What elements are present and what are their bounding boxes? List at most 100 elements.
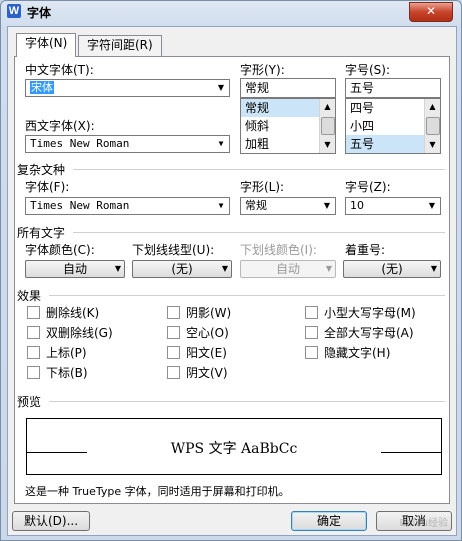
- shadow-checkbox[interactable]: 阴影(W): [167, 305, 231, 321]
- complex-script-section: 复杂文种: [17, 163, 66, 177]
- checkbox-box[interactable]: [27, 306, 40, 319]
- title-bar[interactable]: W 字体 ✕: [1, 1, 461, 23]
- font-size-label: 字号(S):: [345, 63, 391, 77]
- shadow-label: 阴影(W): [186, 306, 232, 320]
- western-font-combo[interactable]: Times New Roman ▼: [25, 135, 230, 153]
- checkbox-box[interactable]: [27, 326, 40, 339]
- small-caps-checkbox[interactable]: 小型大写字母(M): [305, 305, 416, 321]
- complex-font-combo[interactable]: Times New Roman ▼: [25, 197, 230, 215]
- emboss-checkbox[interactable]: 阳文(E): [167, 345, 227, 361]
- complex-style-label: 字形(L):: [240, 180, 285, 194]
- scrollbar[interactable]: ▲ ▼: [424, 99, 440, 153]
- checkbox-box[interactable]: [167, 326, 180, 339]
- scroll-up-icon[interactable]: ▲: [320, 99, 335, 115]
- superscript-checkbox[interactable]: 上标(P): [27, 345, 87, 361]
- checkbox-box[interactable]: [305, 306, 318, 319]
- subscript-checkbox[interactable]: 下标(B): [27, 365, 88, 381]
- complex-size-combo[interactable]: 10 ▼: [345, 197, 441, 215]
- underline-style-dropdown[interactable]: (无) ▼: [132, 260, 232, 278]
- font-style-list[interactable]: 常规 倾斜 加粗 ▲ ▼: [240, 98, 336, 154]
- chevron-down-icon: ▼: [221, 264, 228, 273]
- emboss-label: 阳文(E): [186, 346, 227, 360]
- underline-style-label: 下划线线型(U):: [132, 243, 215, 257]
- default-button[interactable]: 默认(D)...: [12, 511, 90, 531]
- scrollbar[interactable]: ▲ ▼: [319, 99, 335, 153]
- divider: [73, 169, 445, 170]
- preview-section: 预览: [17, 395, 42, 409]
- preview-sample-text: WPS 文字 AaBbCc: [170, 441, 298, 457]
- font-dialog: W 字体 ✕ 字体(N) 字符间距(R) 中文字体(T): 字形(Y): 字号(…: [0, 0, 462, 541]
- scroll-thumb[interactable]: [426, 117, 440, 135]
- strikethrough-label: 删除线(K): [46, 306, 100, 320]
- checkbox-box[interactable]: [167, 346, 180, 359]
- complex-style-combo[interactable]: 常规 ▼: [240, 197, 336, 215]
- checkbox-box[interactable]: [27, 346, 40, 359]
- all-caps-checkbox[interactable]: 全部大写字母(A): [305, 325, 414, 341]
- underline-color-value: 自动: [275, 262, 300, 276]
- all-text-section: 所有文字: [17, 226, 66, 240]
- western-font-value: Times New Roman: [30, 137, 130, 150]
- font-style-input[interactable]: 常规: [240, 78, 336, 98]
- superscript-label: 上标(P): [46, 346, 87, 360]
- font-size-input[interactable]: 五号: [345, 78, 441, 98]
- engrave-checkbox[interactable]: 阴文(V): [167, 365, 228, 381]
- underline-color-dropdown: 自动 ▼: [240, 260, 336, 278]
- hidden-text-checkbox[interactable]: 隐藏文字(H): [305, 345, 390, 361]
- chinese-font-value: 宋体: [30, 81, 54, 94]
- checkbox-box[interactable]: [27, 366, 40, 379]
- strikethrough-checkbox[interactable]: 删除线(K): [27, 305, 99, 321]
- font-style-label: 字形(Y):: [240, 63, 285, 77]
- divider: [49, 295, 445, 296]
- ok-button[interactable]: 确定: [291, 511, 367, 531]
- outline-checkbox[interactable]: 空心(O): [167, 325, 229, 341]
- preview-note: 这是一种 TrueType 字体，同时适用于屏幕和打印机。: [25, 485, 290, 498]
- double-strikethrough-label: 双删除线(G): [46, 326, 113, 340]
- chevron-down-icon: ▼: [325, 264, 332, 273]
- all-caps-label: 全部大写字母(A): [324, 326, 414, 340]
- chevron-down-icon: ▼: [323, 201, 331, 210]
- chinese-font-label: 中文字体(T):: [25, 63, 94, 77]
- chevron-down-icon: ▼: [430, 264, 437, 273]
- baseline-right: [381, 452, 441, 453]
- chevron-down-icon: ▼: [217, 83, 225, 92]
- chevron-down-icon: ▼: [428, 201, 436, 210]
- underline-style-value: (无): [171, 262, 193, 276]
- outline-label: 空心(O): [186, 326, 229, 340]
- effects-section: 效果: [17, 289, 42, 303]
- complex-size-value: 10: [350, 199, 364, 212]
- close-button[interactable]: ✕: [409, 2, 453, 22]
- tab-font[interactable]: 字体(N): [16, 33, 77, 57]
- emphasis-mark-label: 着重号:: [345, 243, 386, 257]
- dialog-title: 字体: [27, 6, 52, 20]
- checkbox-box[interactable]: [305, 346, 318, 359]
- divider: [49, 401, 445, 402]
- scroll-up-icon[interactable]: ▲: [425, 99, 440, 115]
- double-strikethrough-checkbox[interactable]: 双删除线(G): [27, 325, 113, 341]
- tab-character-spacing[interactable]: 字符间距(R): [78, 35, 162, 56]
- scroll-down-icon[interactable]: ▼: [320, 137, 335, 153]
- chevron-down-icon: ▼: [218, 201, 224, 210]
- complex-font-label: 字体(F):: [25, 180, 70, 194]
- checkbox-box[interactable]: [305, 326, 318, 339]
- font-color-label: 字体颜色(C):: [25, 243, 95, 257]
- chevron-down-icon: ▼: [114, 264, 121, 273]
- font-size-list[interactable]: 四号 小四 五号 ▲ ▼: [345, 98, 441, 154]
- font-color-dropdown[interactable]: 自动 ▼: [25, 260, 125, 278]
- western-font-label: 西文字体(X):: [25, 119, 95, 133]
- complex-size-label: 字号(Z):: [345, 180, 391, 194]
- small-caps-label: 小型大写字母(M): [324, 306, 416, 320]
- hidden-text-label: 隐藏文字(H): [324, 346, 391, 360]
- checkbox-box[interactable]: [167, 306, 180, 319]
- wps-app-icon: W: [7, 4, 21, 18]
- scroll-thumb[interactable]: [321, 117, 335, 135]
- scroll-down-icon[interactable]: ▼: [425, 137, 440, 153]
- emphasis-mark-dropdown[interactable]: (无) ▼: [343, 260, 441, 278]
- emphasis-mark-value: (无): [381, 262, 403, 276]
- checkbox-box[interactable]: [167, 366, 180, 379]
- chevron-down-icon: ▼: [218, 139, 224, 148]
- divider: [73, 232, 445, 233]
- subscript-label: 下标(B): [46, 366, 88, 380]
- engrave-label: 阴文(V): [186, 366, 228, 380]
- chinese-font-combo[interactable]: 宋体 ▼: [25, 79, 230, 97]
- font-color-value: 自动: [62, 262, 87, 276]
